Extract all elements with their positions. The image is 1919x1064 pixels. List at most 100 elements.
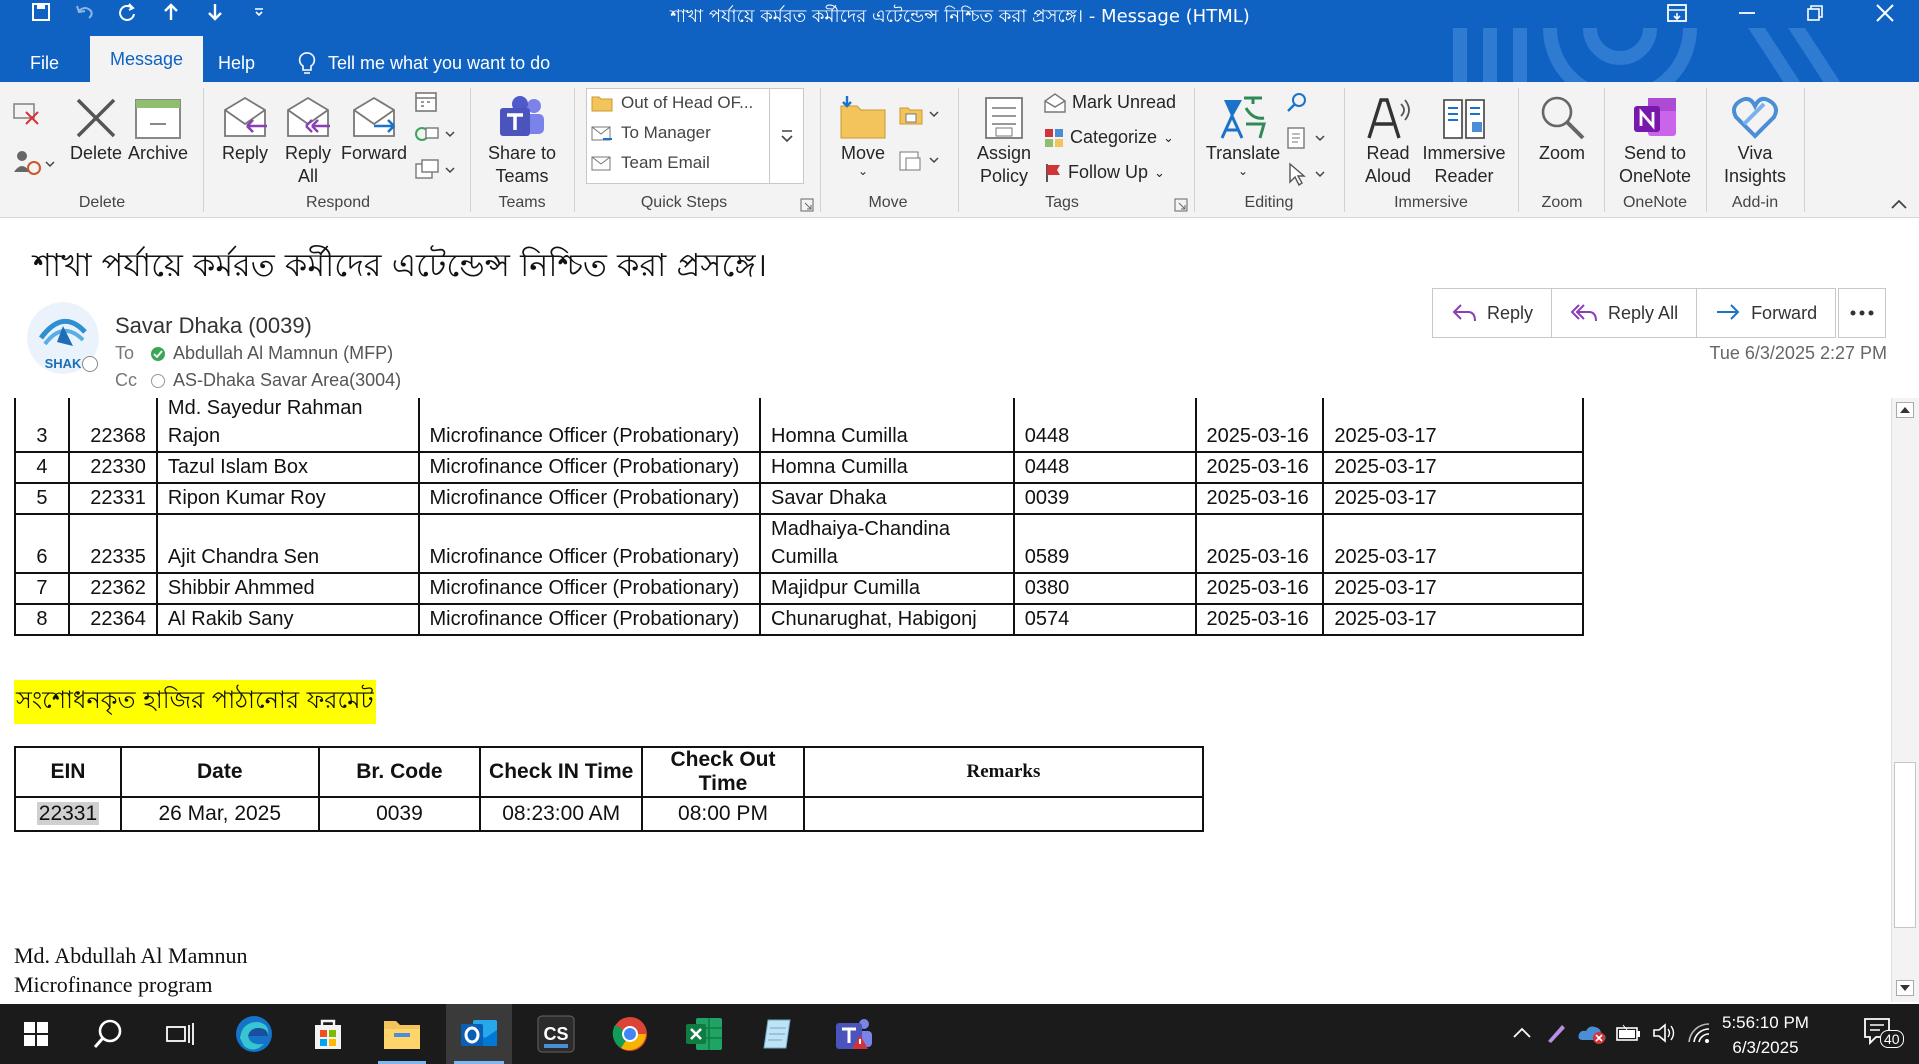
wifi-icon[interactable] <box>1684 1018 1716 1048</box>
task-view-button[interactable] <box>148 1004 212 1064</box>
zoom-button[interactable]: Zoom <box>1526 88 1598 165</box>
more-actions-button[interactable] <box>1838 288 1886 338</box>
forward-button[interactable]: Forward <box>338 88 410 165</box>
ribbon-display-icon[interactable] <box>1654 0 1700 26</box>
taskbar-search-button[interactable] <box>76 1004 140 1064</box>
cell-ein: 22364 <box>67 603 158 636</box>
undo-icon[interactable] <box>72 0 98 24</box>
cell-check-out: 08:00 PM <box>641 796 805 832</box>
more-respond-icon[interactable] <box>414 158 456 182</box>
cc-recipient[interactable]: AS-Dhaka Savar Area(3004) <box>173 370 401 391</box>
replace-icon[interactable] <box>1286 126 1328 152</box>
reply-action-button[interactable]: Reply <box>1433 289 1553 337</box>
group-label-teams: Teams <box>498 194 546 211</box>
edge-app[interactable] <box>222 1004 286 1064</box>
search-icon <box>93 1019 122 1048</box>
taskbar-clock[interactable]: 5:56:10 PM 6/3/2025 <box>1722 1010 1809 1060</box>
excel-app[interactable] <box>672 1004 736 1064</box>
quick-step-item[interactable]: Team Email <box>591 153 710 173</box>
ignore-icon[interactable] <box>12 100 42 126</box>
group-separator <box>1604 88 1605 212</box>
reply-all-action-button[interactable]: Reply All <box>1552 289 1698 337</box>
teams-app[interactable] <box>822 1004 886 1064</box>
show-hidden-icons[interactable] <box>1506 1018 1538 1048</box>
send-to-onenote-button[interactable]: Send to OneNote <box>1610 88 1700 188</box>
down-arrow-icon[interactable] <box>202 0 228 24</box>
chevron-down-icon: ⌄ <box>1163 129 1174 145</box>
quick-step-item[interactable]: Out of Head OF... <box>591 93 753 113</box>
quick-step-item[interactable]: To Manager <box>591 123 711 143</box>
rules-icon[interactable] <box>898 102 940 126</box>
chrome-app[interactable] <box>598 1004 662 1064</box>
delete-button[interactable]: Delete <box>66 88 126 165</box>
cleanup-icon[interactable] <box>12 148 56 176</box>
start-button[interactable] <box>4 1004 68 1064</box>
reply-button[interactable]: Reply <box>214 88 276 165</box>
find-icon[interactable] <box>1286 92 1308 114</box>
collapse-ribbon-icon[interactable] <box>1890 198 1908 210</box>
scroll-down-icon[interactable] <box>1896 980 1914 996</box>
to-recipient[interactable]: Abdullah Al Mamnun (MFP) <box>173 343 393 364</box>
archive-button[interactable]: Archive <box>126 88 190 165</box>
notification-center[interactable]: 40 <box>1852 1016 1904 1048</box>
share-to-teams-button[interactable]: Share to Teams <box>478 88 566 188</box>
select-icon[interactable] <box>1286 162 1328 188</box>
notes-app[interactable] <box>746 1004 810 1064</box>
file-explorer-app[interactable] <box>370 1004 434 1064</box>
customize-qat-icon[interactable] <box>246 0 272 24</box>
sender-name[interactable]: Savar Dhaka (0039) <box>115 313 312 339</box>
redo-icon[interactable] <box>114 0 140 24</box>
pen-icon[interactable] <box>1540 1018 1572 1048</box>
reply-all-button[interactable]: Reply All <box>278 88 338 188</box>
title-bar: শাখা পর্যায়ে কর্মরত কর্মীদের এটেন্ডেন্স… <box>0 0 1919 28</box>
follow-up-button[interactable]: Follow Up ⌄ <box>1044 162 1165 183</box>
scrollbar-thumb[interactable] <box>1894 762 1916 928</box>
battery-icon[interactable] <box>1612 1018 1644 1048</box>
assign-policy-button[interactable]: Assign Policy <box>966 88 1042 188</box>
actions-icon[interactable] <box>898 148 940 172</box>
cell-to: 2025-03-17 <box>1322 482 1584 515</box>
quick-steps-more[interactable] <box>769 89 803 183</box>
viva-insights-button[interactable]: Viva Insights <box>1712 88 1798 188</box>
outlook-app[interactable] <box>446 1004 512 1064</box>
group-label-onenote: OneNote <box>1622 194 1688 211</box>
scroll-up-icon[interactable] <box>1896 402 1914 418</box>
cell-ein: 22331 <box>14 796 122 832</box>
clock-date: 6/3/2025 <box>1732 1038 1799 1057</box>
save-icon[interactable] <box>28 0 54 24</box>
cc-label: Cc <box>115 370 137 390</box>
reply-arrow-icon <box>1452 304 1476 322</box>
meeting-icon[interactable] <box>414 90 438 114</box>
cs-app[interactable]: CS <box>524 1004 588 1064</box>
up-arrow-icon[interactable] <box>158 0 184 24</box>
mark-unread-button[interactable]: Mark Unread <box>1044 92 1176 113</box>
cell-code: 0448 <box>1012 451 1197 484</box>
categorize-button[interactable]: Categorize ⌄ <box>1044 127 1174 148</box>
cell-from: 2025-03-16 <box>1194 482 1325 515</box>
move-button[interactable]: Move ⌄ <box>832 88 894 177</box>
tab-message[interactable]: Message <box>90 36 204 82</box>
cell-code: 0448 <box>1012 398 1197 453</box>
im-icon[interactable] <box>414 122 456 146</box>
close-icon[interactable] <box>1862 0 1908 26</box>
translate-button[interactable]: Translate ⌄ <box>1202 88 1284 177</box>
tab-file[interactable]: File <box>14 48 75 82</box>
tell-me-search[interactable]: Tell me what you want to do <box>298 48 550 78</box>
dialog-launcher-icon[interactable] <box>1174 198 1188 212</box>
message-actions: Reply Reply All Forward <box>1432 288 1837 338</box>
volume-icon[interactable] <box>1648 1018 1680 1048</box>
minimize-icon[interactable] <box>1724 0 1770 26</box>
restore-icon[interactable] <box>1792 0 1838 26</box>
tab-help[interactable]: Help <box>202 48 271 82</box>
read-aloud-button[interactable]: Read Aloud <box>1354 88 1422 188</box>
store-app[interactable] <box>296 1004 360 1064</box>
dialog-launcher-icon[interactable] <box>800 198 814 212</box>
immersive-reader-button[interactable]: Immersive Reader <box>1420 88 1508 188</box>
archive-icon <box>135 99 181 139</box>
onedrive-icon[interactable] <box>1576 1018 1608 1048</box>
forward-action-button[interactable]: Forward <box>1697 289 1835 337</box>
vertical-scrollbar[interactable] <box>1891 398 1919 1002</box>
ellipsis-icon <box>1850 310 1874 316</box>
reply-all-arrow-icon <box>1570 304 1598 322</box>
cell-name: Tazul Islam Box <box>155 451 420 484</box>
